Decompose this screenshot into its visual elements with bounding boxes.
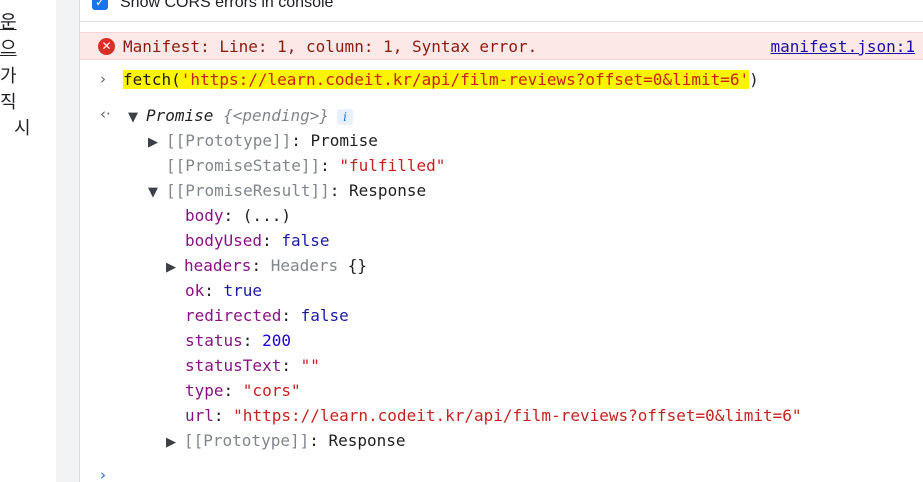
prop-key: status [185,331,243,350]
prop-redirected: redirected: false [185,306,349,325]
error-text: Manifest: Line: 1, column: 1, Syntax err… [123,37,538,56]
page-char-5: 시 [14,118,31,139]
prop-key: url [185,406,214,425]
prop-value: "https://learn.codeit.kr/api/film-review… [233,406,802,425]
promise-state-brace: {<pending>} [223,106,330,125]
prop-value: 200 [262,331,291,350]
prototype-line[interactable]: ▶ [[Prototype]]: Promise [148,130,378,152]
prop-key: body [185,206,224,225]
prop-status: status: 200 [185,331,291,350]
show-cors-label[interactable]: Show CORS errors in console [120,0,333,12]
prop-url: url: "https://learn.codeit.kr/api/film-r… [185,406,802,425]
promise-state-value: "fulfilled" [339,156,446,175]
promise-result-value: Response [349,181,427,200]
chevron-right-icon: › [100,70,106,88]
prop-type: Headers [270,256,339,275]
promise-state-key: [[PromiseState]] [166,156,321,175]
chevron-right-icon[interactable]: › [100,466,106,482]
devtools-gutter [56,0,80,482]
promise-label: Promise [146,106,214,125]
prop-value: true [223,281,263,300]
prop-statusText: statusText: "" [185,356,320,375]
error-icon: ✕ [98,38,115,55]
prop-value: {} [347,256,368,275]
error-source-link[interactable]: manifest.json:1 [771,37,916,56]
background-page: 운 으 가 직 시 [0,0,56,482]
prop-value: (...) [242,206,291,225]
expand-down-icon[interactable]: ▼ [148,182,166,204]
prop-body[interactable]: body: (...) [185,205,291,227]
prop-value: false [281,231,330,250]
prop-key: type [185,381,224,400]
page-char-2: 으 [0,38,17,59]
prop-value: false [300,306,349,325]
fetch-call: fetch( [123,70,181,89]
error-message-row: ✕ Manifest: Line: 1, column: 1, Syntax e… [80,32,923,60]
expand-right-icon[interactable]: ▶ [148,132,166,154]
fetch-url: 'https://learn.codeit.kr/api/film-review… [180,70,750,89]
expand-right-icon[interactable]: ▶ [166,432,184,454]
prop-key: [[Prototype]] [184,431,310,450]
prop-key: statusText [185,356,282,375]
prototype-value: Promise [310,131,378,150]
page-char-1: 운 [0,12,17,33]
fetch-close: ) [749,70,759,89]
expand-right-icon[interactable]: ▶ [166,257,184,279]
prop-type: type: "cors" [185,381,301,400]
return-arrow-icon: ‹· [100,105,111,123]
show-cors-checkbox[interactable]: ✓ [92,0,108,10]
prop-key: ok [185,281,205,300]
prop-headers[interactable]: ▶ headers: Headers {} [166,255,367,277]
promise-result-key: [[PromiseResult]] [166,181,330,200]
expand-down-icon[interactable]: ▼ [128,107,146,129]
prop-bodyUsed: bodyUsed: false [185,231,330,250]
prop-value: Response [328,431,406,450]
info-icon[interactable]: i [337,108,354,125]
prop-value: "cors" [242,381,301,400]
promise-result-line[interactable]: ▼ [[PromiseResult]]: Response [148,180,426,202]
prop-ok: ok: true [185,281,263,300]
console-input-line[interactable]: fetch('https://learn.codeit.kr/api/film-… [123,69,759,91]
console-panel: ✓ Show CORS errors in console ✕ Manifest… [80,0,923,482]
page-char-3: 가 [0,66,17,87]
prop-key: bodyUsed [185,231,263,250]
prop-key: redirected [185,306,282,325]
promise-state-line: [[PromiseState]]: "fulfilled" [166,156,446,175]
prop-value: "" [300,356,320,375]
prop-key: headers [184,256,252,275]
prop-prototype[interactable]: ▶ [[Prototype]]: Response [166,430,406,452]
prototype-key: [[Prototype]] [166,131,292,150]
cors-setting-row: ✓ Show CORS errors in console [80,0,923,22]
promise-root-line[interactable]: ▼ Promise {<pending>} i [128,105,354,129]
page-char-4: 직 [0,92,17,113]
